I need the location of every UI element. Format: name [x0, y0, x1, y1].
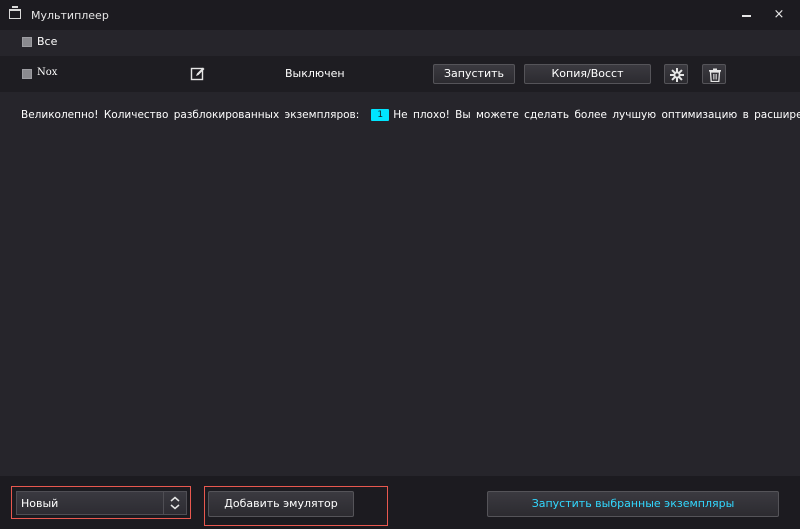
add-button-highlight-frame	[204, 486, 388, 526]
gear-icon	[670, 68, 684, 82]
start-instance-button[interactable]: Запустить	[433, 64, 515, 84]
close-button[interactable]: ×	[768, 5, 790, 25]
title-bar[interactable]: Мультиплеер ×	[0, 0, 800, 30]
copy-restore-button[interactable]: Копия/Восст	[524, 64, 651, 84]
delete-button[interactable]	[702, 64, 726, 84]
multiplayer-window: Мультиплеер × Все Nox Выключен Запустить…	[0, 0, 800, 529]
info-prefix: Великолепно! Количество разблокированных…	[21, 109, 360, 121]
edit-icon[interactable]	[190, 66, 206, 82]
minimize-button[interactable]	[736, 5, 758, 25]
app-icon	[9, 6, 21, 19]
trash-icon	[709, 68, 721, 82]
select-highlight-frame	[11, 486, 191, 519]
select-all-row: Все	[0, 30, 800, 55]
select-all-checkbox[interactable]	[22, 37, 32, 47]
info-message: Великолепно! Количество разблокированных…	[21, 109, 800, 125]
info-suffix: Не плохо! Вы можете сделать более лучшую…	[393, 109, 800, 121]
launch-selected-button[interactable]: Запустить выбранные экземпляры	[487, 491, 779, 517]
unlocked-count-badge: 1	[371, 109, 390, 121]
instance-checkbox[interactable]	[22, 69, 32, 79]
settings-button[interactable]	[664, 64, 688, 84]
instance-row: Nox Выключен Запустить Копия/Восст	[0, 56, 800, 92]
window-title: Мультиплеер	[31, 9, 109, 22]
instance-list-area	[0, 128, 800, 476]
instance-name: Nox	[37, 67, 58, 78]
instance-status: Выключен	[285, 67, 345, 80]
bottom-bar: Новый Добавить эмулятор Запустить выбран…	[0, 476, 800, 529]
select-all-label[interactable]: Все	[37, 35, 57, 48]
